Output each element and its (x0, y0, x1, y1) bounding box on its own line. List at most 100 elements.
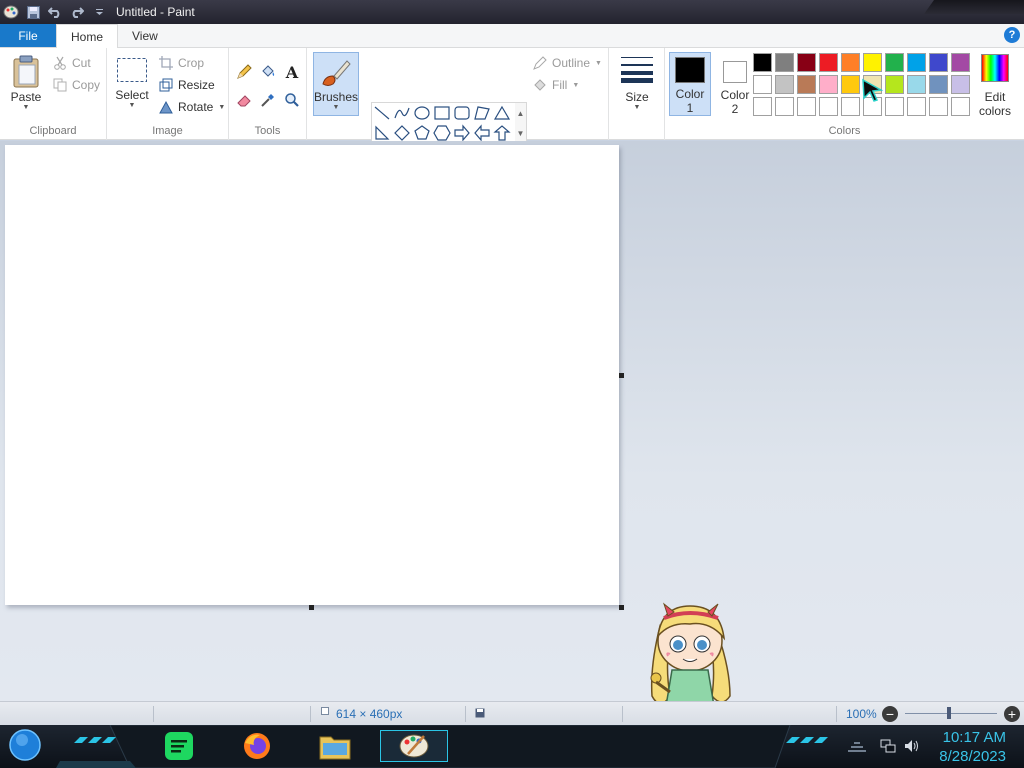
left-arrow-shape-icon[interactable] (473, 124, 491, 142)
paste-button[interactable]: Paste ▼ (8, 54, 44, 111)
line-shape-icon[interactable] (373, 104, 391, 122)
color2-button[interactable]: Color 2 (714, 52, 756, 116)
polygon-shape-icon[interactable] (473, 104, 491, 122)
edit-colors-button[interactable]: Edit colors (975, 54, 1015, 118)
color-swatch[interactable] (885, 75, 904, 94)
copy-button[interactable]: Copy (53, 78, 100, 92)
magnifier-icon[interactable] (282, 90, 302, 110)
fill-button[interactable]: Fill ▼ (533, 78, 579, 92)
zoom-slider-track[interactable] (905, 713, 997, 714)
color-swatch[interactable] (775, 75, 794, 94)
color-swatch[interactable] (753, 53, 772, 72)
color-swatch[interactable] (863, 53, 882, 72)
taskbar-paint[interactable] (380, 730, 448, 762)
color-swatch[interactable] (819, 75, 838, 94)
rounded-rectangle-shape-icon[interactable] (453, 104, 471, 122)
color-swatch[interactable] (951, 75, 970, 94)
redo-icon[interactable] (68, 3, 86, 21)
color-picker-icon[interactable] (258, 90, 278, 110)
color-swatch[interactable] (753, 97, 772, 116)
resize-handle-right[interactable] (619, 373, 624, 378)
customize-quick-access-icon[interactable] (90, 3, 108, 21)
color-swatch[interactable] (797, 97, 816, 116)
right-arrow-shape-icon[interactable] (453, 124, 471, 142)
triangle-shape-icon[interactable] (493, 104, 511, 122)
color-swatch[interactable] (907, 75, 926, 94)
shapes-scroll-up-icon[interactable]: ▲ (517, 109, 525, 118)
tab-view[interactable]: View (118, 24, 172, 47)
system-clock[interactable]: 10:17 AM 8/28/2023 (939, 728, 1006, 766)
color-swatch[interactable] (775, 53, 794, 72)
zoom-slider-thumb[interactable] (947, 707, 951, 719)
show-hidden-icons-icon[interactable] (846, 739, 868, 753)
rotate-dropdown-icon[interactable]: ▼ (218, 104, 225, 111)
rectangle-shape-icon[interactable] (433, 104, 451, 122)
color-swatch[interactable] (753, 75, 772, 94)
paste-dropdown-icon[interactable]: ▼ (23, 104, 30, 111)
color-swatch[interactable] (819, 97, 838, 116)
text-icon[interactable]: A (282, 62, 302, 82)
brushes-group: Brushes ▼ (307, 48, 365, 140)
taskbar-file-explorer[interactable] (318, 730, 352, 762)
drawing-canvas[interactable] (5, 145, 619, 605)
hexagon-shape-icon[interactable] (433, 124, 451, 142)
shapes-scroll-down-icon[interactable]: ▼ (517, 129, 525, 138)
select-button[interactable]: Select ▼ (115, 57, 149, 109)
start-button[interactable] (8, 729, 42, 761)
right-triangle-shape-icon[interactable] (373, 124, 391, 142)
help-icon[interactable]: ? (1004, 27, 1020, 43)
resize-handle-bottom[interactable] (309, 605, 314, 610)
tab-home[interactable]: Home (56, 24, 119, 49)
curve-shape-icon[interactable] (393, 104, 411, 122)
size-button[interactable]: Size ▼ (619, 54, 655, 111)
outline-button[interactable]: Outline ▼ (533, 56, 602, 70)
size-dropdown-icon[interactable]: ▼ (634, 104, 641, 111)
color-swatch[interactable] (929, 75, 948, 94)
volume-icon[interactable] (904, 739, 920, 753)
color-swatch[interactable] (885, 53, 904, 72)
zoom-out-button[interactable]: − (882, 706, 898, 722)
eraser-icon[interactable] (234, 90, 254, 110)
brushes-button[interactable]: Brushes ▼ (313, 52, 359, 116)
color-swatch[interactable] (951, 53, 970, 72)
color-swatch[interactable] (819, 53, 838, 72)
rotate-button[interactable]: Rotate ▼ (159, 100, 225, 114)
save-icon[interactable] (24, 3, 42, 21)
network-icon[interactable] (880, 739, 896, 753)
zoom-in-button[interactable]: + (1004, 706, 1020, 722)
taskbar-spotify[interactable] (162, 730, 196, 762)
fill-bucket-icon[interactable] (258, 62, 278, 82)
color1-button[interactable]: Color 1 (669, 52, 711, 116)
color-swatch[interactable] (907, 97, 926, 116)
pencil-icon[interactable] (234, 62, 254, 82)
pentagon-shape-icon[interactable] (413, 124, 431, 142)
color-swatch[interactable] (929, 53, 948, 72)
resize-handle-corner[interactable] (619, 605, 624, 610)
oval-shape-icon[interactable] (413, 104, 431, 122)
color-swatch[interactable] (797, 53, 816, 72)
up-arrow-shape-icon[interactable] (493, 124, 511, 142)
color-swatch[interactable] (797, 75, 816, 94)
paint-app-icon[interactable] (2, 3, 20, 21)
crop-button[interactable]: Crop (159, 56, 204, 70)
cut-button[interactable]: Cut (53, 56, 91, 70)
diamond-shape-icon[interactable] (393, 124, 411, 142)
tab-file[interactable]: File (0, 24, 56, 47)
taskbar-firefox[interactable] (240, 730, 274, 762)
color-swatch[interactable] (929, 97, 948, 116)
color-swatch[interactable] (907, 53, 926, 72)
color-swatch[interactable] (841, 97, 860, 116)
resize-button[interactable]: Resize (159, 78, 215, 92)
fill-dropdown-icon[interactable]: ▼ (572, 82, 579, 89)
select-dropdown-icon[interactable]: ▼ (129, 102, 136, 109)
color-swatch[interactable] (841, 53, 860, 72)
paste-label: Paste (10, 90, 42, 104)
color-swatch[interactable] (951, 97, 970, 116)
color-swatch[interactable] (885, 97, 904, 116)
undo-icon[interactable] (46, 3, 64, 21)
outline-dropdown-icon[interactable]: ▼ (595, 60, 602, 67)
color-swatch[interactable] (841, 75, 860, 94)
brushes-dropdown-icon[interactable]: ▼ (333, 104, 340, 111)
status-separator (153, 706, 154, 722)
color-swatch[interactable] (775, 97, 794, 116)
